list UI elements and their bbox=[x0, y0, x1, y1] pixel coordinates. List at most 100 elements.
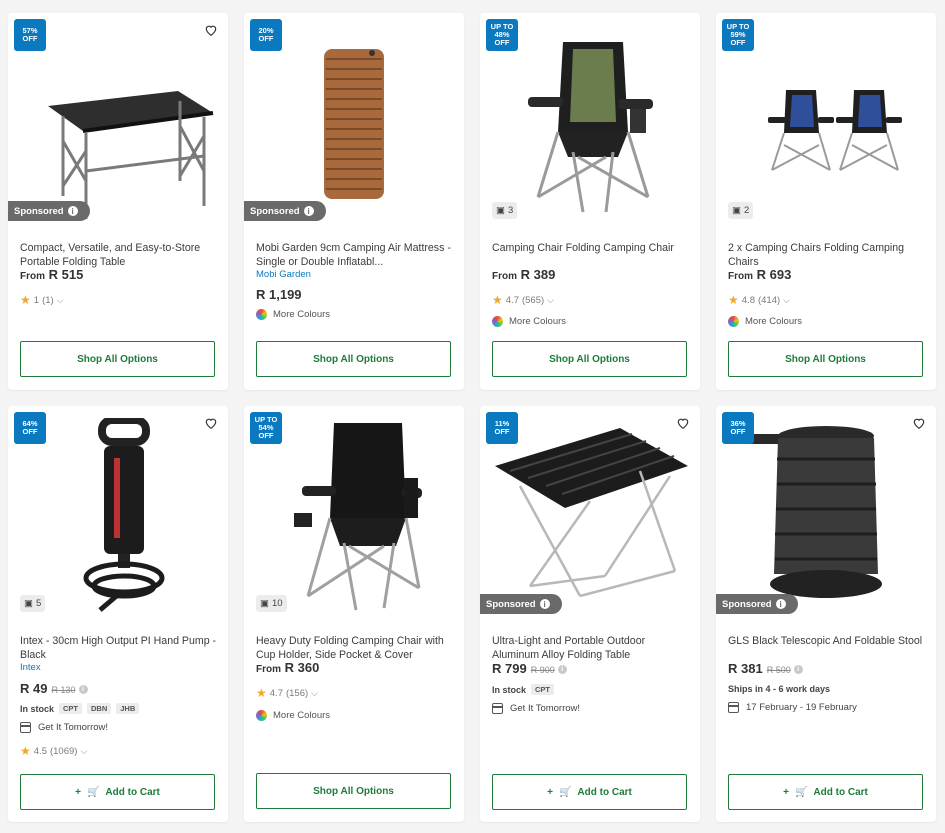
add-to-cart-button[interactable]: + 🛒 Add to Cart bbox=[728, 774, 923, 810]
product-image[interactable] bbox=[322, 45, 388, 203]
cart-icon: 🛒 bbox=[794, 786, 808, 798]
product-card[interactable]: 20% OFF Sponsored i Mobi Garden 9cm Campin… bbox=[244, 13, 464, 390]
stock-status: In stock CPT DBN JHB bbox=[20, 703, 140, 714]
product-image[interactable] bbox=[746, 424, 896, 604]
product-rating[interactable]: ★ 4.7 (565) ⌵ bbox=[492, 293, 554, 307]
chevron-down-icon[interactable]: ⌵ bbox=[311, 688, 318, 699]
sponsored-tag[interactable]: Sponsored i bbox=[244, 201, 326, 221]
add-to-cart-button[interactable]: + 🛒 Add to Cart bbox=[492, 774, 687, 810]
camera-icon: ▣ bbox=[496, 205, 505, 216]
product-title[interactable]: 2 x Camping Chairs Folding Camping Chair… bbox=[728, 241, 928, 269]
product-image-area[interactable]: UP TO 48% OFF ▣ 3 bbox=[480, 13, 700, 223]
discount-badge: UP TO 48% OFF bbox=[486, 19, 518, 51]
more-colours[interactable]: More Colours bbox=[256, 309, 330, 320]
product-image-area[interactable]: 36% OFF Sponsored i bbox=[716, 406, 936, 616]
product-rating[interactable]: ★ 1 (1) ⌵ bbox=[20, 293, 64, 307]
product-card[interactable]: 57% OFF Sponsored i Compact, Versatile, an… bbox=[8, 13, 228, 390]
product-card[interactable]: UP TO 48% OFF ▣ 3 Camping Chair Folding Cam… bbox=[480, 13, 700, 390]
discount-badge: 36% OFF bbox=[722, 412, 754, 444]
sponsored-tag[interactable]: Sponsored i bbox=[480, 594, 562, 614]
product-image-area[interactable]: UP TO 59% OFF ▣ 2 bbox=[716, 13, 936, 223]
product-image[interactable] bbox=[28, 51, 218, 221]
product-title[interactable]: Compact, Versatile, and Easy-to-Store Po… bbox=[20, 241, 220, 269]
product-price: From R 515 bbox=[20, 267, 84, 282]
info-icon[interactable]: i bbox=[539, 599, 550, 609]
product-image-area[interactable]: 20% OFF Sponsored i bbox=[244, 13, 464, 223]
product-title[interactable]: Mobi Garden 9cm Camping Air Mattress - S… bbox=[256, 241, 456, 269]
brand-link[interactable]: Mobi Garden bbox=[256, 269, 311, 280]
sponsored-tag[interactable]: Sponsored i bbox=[716, 594, 798, 614]
heart-icon[interactable] bbox=[676, 416, 690, 430]
colour-wheel-icon bbox=[728, 316, 739, 327]
discount-badge: UP TO 59% OFF bbox=[722, 19, 754, 51]
product-card[interactable]: 64% OFF ▣ 5 Intex - 30cm High Output PI Ha… bbox=[8, 406, 228, 822]
product-price: From R 389 bbox=[492, 267, 556, 282]
info-icon[interactable]: i bbox=[557, 665, 567, 675]
old-price: R 500 bbox=[766, 665, 791, 675]
product-rating[interactable]: ★ 4.5 (1069) ⌵ bbox=[20, 744, 87, 758]
product-title[interactable]: Intex - 30cm High Output PI Hand Pump - … bbox=[20, 634, 220, 662]
calendar-icon bbox=[492, 703, 503, 714]
heart-icon[interactable] bbox=[204, 416, 218, 430]
more-colours[interactable]: More Colours bbox=[492, 316, 566, 327]
product-card[interactable]: UP TO 59% OFF ▣ 2 2 x Camping Chairs Foldin… bbox=[716, 13, 936, 390]
product-price: From R 693 bbox=[728, 267, 792, 282]
calendar-icon bbox=[728, 702, 739, 713]
stock-status: In stock CPT bbox=[492, 684, 555, 695]
camera-icon: ▣ bbox=[24, 598, 33, 609]
product-image[interactable] bbox=[764, 85, 904, 175]
product-card[interactable]: 36% OFF Sponsored i GLS Black Telescopic A… bbox=[716, 406, 936, 822]
product-grid: 57% OFF Sponsored i Compact, Versatile, an… bbox=[0, 0, 945, 833]
photo-count[interactable]: ▣ 5 bbox=[20, 595, 46, 612]
product-image[interactable] bbox=[284, 418, 424, 613]
camera-icon: ▣ bbox=[732, 205, 741, 216]
discount-badge: 11% OFF bbox=[486, 412, 518, 444]
heart-icon[interactable] bbox=[204, 23, 218, 37]
sponsored-tag[interactable]: Sponsored i bbox=[8, 201, 90, 221]
product-image-area[interactable]: 57% OFF Sponsored i bbox=[8, 13, 228, 223]
product-title[interactable]: Heavy Duty Folding Camping Chair with Cu… bbox=[256, 634, 456, 662]
shop-all-options-button[interactable]: Shop All Options bbox=[20, 341, 215, 377]
product-card[interactable]: 11% OFF Sponsored i Ultra-Light and Portab… bbox=[480, 406, 700, 822]
info-icon[interactable]: i bbox=[78, 685, 88, 695]
shop-all-options-button[interactable]: Shop All Options bbox=[256, 773, 451, 809]
product-title[interactable]: GLS Black Telescopic And Foldable Stool bbox=[728, 634, 928, 648]
brand-link[interactable]: Intex bbox=[20, 662, 41, 673]
shop-all-options-button[interactable]: Shop All Options bbox=[728, 341, 923, 377]
product-title[interactable]: Camping Chair Folding Camping Chair bbox=[492, 241, 692, 255]
more-colours[interactable]: More Colours bbox=[256, 710, 330, 721]
info-icon[interactable]: i bbox=[67, 206, 78, 216]
plus-icon: + bbox=[75, 786, 81, 798]
cart-icon: 🛒 bbox=[86, 786, 100, 798]
product-title[interactable]: Ultra-Light and Portable Outdoor Aluminu… bbox=[492, 634, 692, 662]
add-to-cart-button[interactable]: + 🛒 Add to Cart bbox=[20, 774, 215, 810]
cart-icon: 🛒 bbox=[558, 786, 572, 798]
photo-count[interactable]: ▣ 10 bbox=[256, 595, 287, 612]
shop-all-options-button[interactable]: Shop All Options bbox=[492, 341, 687, 377]
info-icon[interactable]: i bbox=[793, 665, 803, 675]
product-image-area[interactable]: 11% OFF Sponsored i bbox=[480, 406, 700, 616]
chevron-down-icon[interactable]: ⌵ bbox=[547, 295, 554, 306]
shop-all-options-button[interactable]: Shop All Options bbox=[256, 341, 451, 377]
product-image[interactable] bbox=[490, 426, 690, 606]
chevron-down-icon[interactable]: ⌵ bbox=[57, 295, 64, 306]
info-icon[interactable]: i bbox=[775, 599, 786, 609]
product-image[interactable] bbox=[80, 418, 170, 613]
product-image-area[interactable]: 64% OFF ▣ 5 bbox=[8, 406, 228, 616]
old-price: R 900 bbox=[530, 665, 555, 675]
colour-wheel-icon bbox=[256, 710, 267, 721]
product-rating[interactable]: ★ 4.8 (414) ⌵ bbox=[728, 293, 790, 307]
product-card[interactable]: UP TO 54% OFF ▣ 10 Heavy Duty Folding Campi… bbox=[244, 406, 464, 822]
chevron-down-icon[interactable]: ⌵ bbox=[783, 295, 790, 306]
product-rating[interactable]: ★ 4.7 (156) ⌵ bbox=[256, 686, 318, 700]
delivery-info: 17 February - 19 February bbox=[728, 702, 857, 713]
info-icon[interactable]: i bbox=[303, 206, 314, 216]
heart-icon[interactable] bbox=[912, 416, 926, 430]
more-colours[interactable]: More Colours bbox=[728, 316, 802, 327]
product-image[interactable] bbox=[518, 37, 658, 217]
plus-icon: + bbox=[783, 786, 789, 798]
photo-count[interactable]: ▣ 2 bbox=[728, 202, 754, 219]
photo-count[interactable]: ▣ 3 bbox=[492, 202, 518, 219]
chevron-down-icon[interactable]: ⌵ bbox=[80, 746, 87, 757]
product-image-area[interactable]: UP TO 54% OFF ▣ 10 bbox=[244, 406, 464, 616]
